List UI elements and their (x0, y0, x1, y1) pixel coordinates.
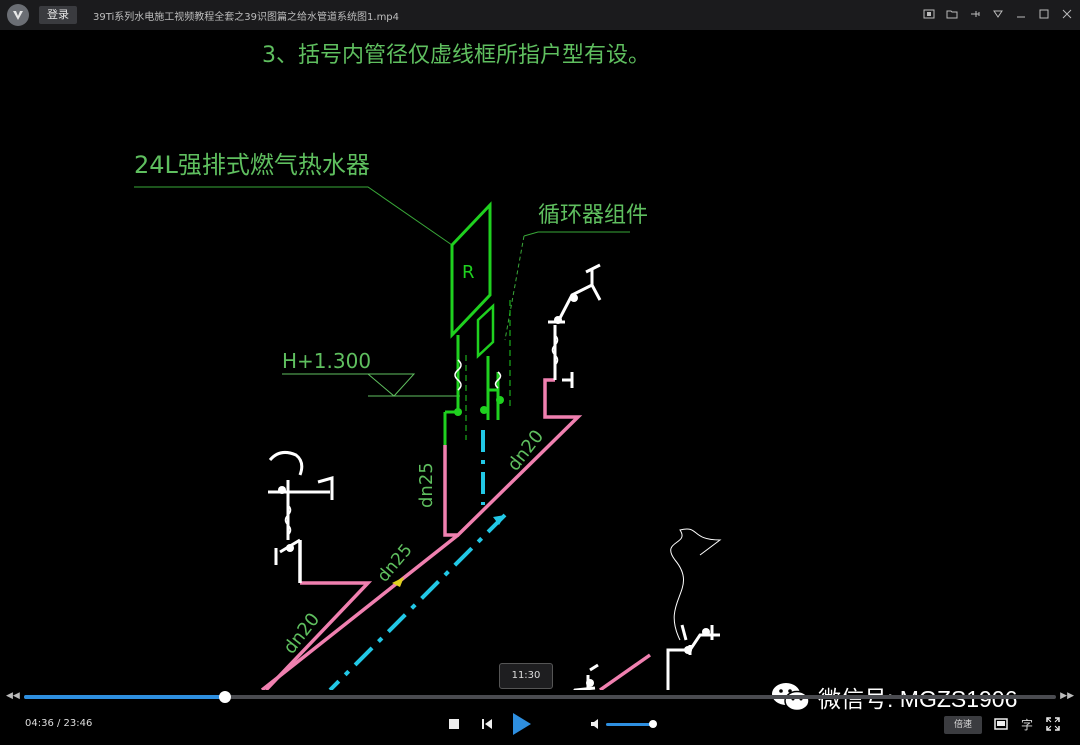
title-bar: 登录 39Ti系列水电施工视频教程全套之39识图篇之给水管道系统图1.mp4 (0, 0, 1080, 30)
volume-handle[interactable] (649, 720, 657, 728)
faucet-upper-right-icon (548, 263, 602, 388)
pipe-label-dn25-vertical: dn25 (416, 462, 437, 508)
fullscreen-icon[interactable] (1043, 714, 1063, 734)
drawing-note: 3、括号内管径仅虚线框所指户型有设。 (262, 43, 650, 68)
progress-bar[interactable]: ◀◀ ▶▶ (0, 690, 1080, 704)
time-display: 04:36 / 23:46 (25, 718, 93, 729)
app-logo-icon (7, 4, 29, 26)
progress-fill (24, 695, 226, 699)
volume-icon[interactable] (586, 714, 606, 734)
previous-button[interactable] (477, 714, 497, 734)
speed-button[interactable]: 倍速 (944, 716, 982, 734)
heater-label: 24L强排式燃气热水器 (134, 151, 370, 179)
progress-track[interactable] (24, 691, 1056, 703)
faucet-lower-right-icon (666, 624, 720, 690)
seek-back-icon[interactable]: ◀◀ (6, 691, 20, 701)
pin-icon[interactable] (967, 6, 982, 21)
circulator-label: 循环器组件 (538, 203, 648, 228)
seek-tooltip: 11:30 (499, 663, 553, 689)
video-frame[interactable]: 3、括号内管径仅虚线框所指户型有设。 24L强排式燃气热水器 R 循环器组件 H… (0, 30, 1080, 745)
pipe-label-dn25-middle: dn25 (374, 540, 417, 586)
screenshot-icon[interactable] (921, 6, 936, 21)
elevation-label: H+1.300 (282, 349, 371, 373)
picture-in-picture-icon[interactable] (991, 714, 1011, 734)
maximize-icon[interactable] (1036, 6, 1051, 21)
cad-drawing: 3、括号内管径仅虚线框所指户型有设。 24L强排式燃气热水器 R 循环器组件 H… (134, 43, 722, 745)
seek-forward-icon[interactable]: ▶▶ (1060, 691, 1074, 701)
subtitle-button[interactable]: 字 (1021, 716, 1033, 733)
login-button[interactable]: 登录 (39, 6, 77, 24)
menu-dropdown-icon[interactable] (990, 6, 1005, 21)
player-controls: 04:36 / 23:46 倍速 字 (0, 704, 1080, 745)
minimize-icon[interactable] (1013, 6, 1028, 21)
volume-slider[interactable] (606, 720, 657, 728)
stop-button[interactable] (444, 714, 464, 734)
close-icon[interactable] (1059, 6, 1074, 21)
heater-letter: R (462, 262, 475, 283)
play-button[interactable] (508, 710, 534, 738)
progress-handle[interactable] (219, 691, 232, 703)
folder-icon[interactable] (944, 6, 959, 21)
video-filename: 39Ti系列水电施工视频教程全套之39识图篇之给水管道系统图1.mp4 (93, 11, 400, 23)
